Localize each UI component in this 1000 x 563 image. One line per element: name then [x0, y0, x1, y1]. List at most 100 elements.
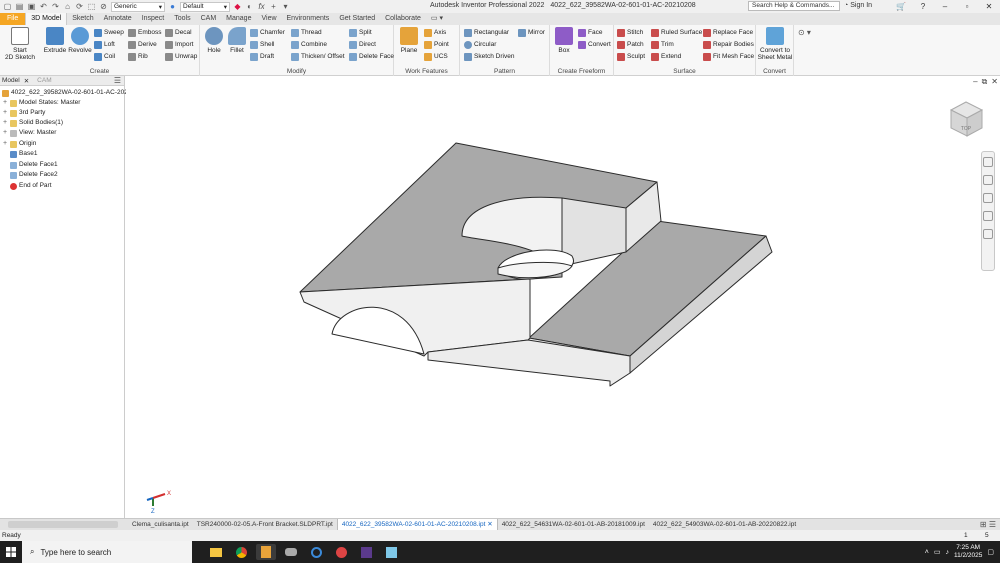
- unwrap-button[interactable]: Unwrap: [165, 51, 197, 62]
- search-input[interactable]: Search Help & Commands...: [748, 1, 840, 11]
- tree-item-delete-face2[interactable]: Delete Face2: [2, 170, 58, 180]
- point-button[interactable]: Point: [424, 39, 449, 50]
- look-at-icon[interactable]: [983, 229, 993, 239]
- patch-button[interactable]: Patch: [617, 39, 644, 50]
- tab-cam[interactable]: CAM: [196, 13, 222, 25]
- chamfer-button[interactable]: Chamfer: [250, 27, 285, 38]
- tab-environments[interactable]: Environments: [282, 13, 335, 25]
- expand-icon[interactable]: +: [2, 108, 8, 118]
- cart-icon[interactable]: 🛒: [890, 0, 912, 13]
- orbit-icon[interactable]: [983, 211, 993, 221]
- stitch-button[interactable]: Stitch: [617, 27, 643, 38]
- box-button[interactable]: Box: [553, 27, 575, 54]
- doc-tab[interactable]: 4022_622_54631WA-02-601-01-AB-20181009.i…: [498, 519, 649, 530]
- tab-3d-model[interactable]: 3D Model: [25, 13, 68, 25]
- coil-button[interactable]: Coil: [94, 51, 115, 62]
- extend-button[interactable]: Extend: [651, 51, 681, 62]
- home-icon[interactable]: ⌂: [63, 2, 72, 11]
- maximize-button[interactable]: ▫: [956, 0, 978, 13]
- new-file-icon[interactable]: ▢: [3, 2, 12, 11]
- doc-tab[interactable]: 4022_622_54903WA-02-601-01-AB-20220822.i…: [649, 519, 800, 530]
- expand-icon[interactable]: +: [2, 118, 8, 128]
- tree-item-model-states[interactable]: + Model States: Master: [2, 98, 80, 108]
- loft-button[interactable]: Loft: [94, 39, 115, 50]
- add-icon[interactable]: +: [269, 2, 278, 11]
- model-canvas[interactable]: [126, 76, 1000, 518]
- tab-inspect[interactable]: Inspect: [137, 13, 170, 25]
- fx-parameters-button[interactable]: fx: [257, 2, 266, 11]
- minimize-button[interactable]: –: [934, 0, 956, 13]
- tree-item-delete-face1[interactable]: Delete Face1: [2, 160, 58, 170]
- browser-tab-model[interactable]: Model: [2, 77, 20, 84]
- tab-collaborate[interactable]: Collaborate: [380, 13, 426, 25]
- tree-item-solid-bodies[interactable]: + Solid Bodies(1): [2, 118, 63, 128]
- open-folder-icon[interactable]: ▤: [15, 2, 24, 11]
- tree-item-3rd-party[interactable]: + 3rd Party: [2, 108, 45, 118]
- inventor-icon[interactable]: [256, 544, 276, 560]
- start-2d-sketch-button[interactable]: Start 2D Sketch: [3, 27, 37, 61]
- draft-button[interactable]: Draft: [250, 51, 274, 62]
- plane-button[interactable]: Plane: [397, 27, 421, 54]
- tab-tools[interactable]: Tools: [169, 13, 195, 25]
- sculpt-button[interactable]: Sculpt: [617, 51, 645, 62]
- graphics-viewport[interactable]: – ⧉ ✕ TOP X Z: [126, 76, 1000, 518]
- close-icon[interactable]: ✕: [487, 521, 492, 528]
- clear-override-icon[interactable]: ⊘: [99, 2, 108, 11]
- tab-sketch[interactable]: Sketch: [67, 13, 98, 25]
- sketch-driven-button[interactable]: Sketch Driven: [464, 51, 514, 62]
- file-explorer-icon[interactable]: [206, 544, 226, 560]
- direct-button[interactable]: Direct: [349, 39, 376, 50]
- taskbar-search-input[interactable]: ⌕ Type here to search: [22, 541, 192, 563]
- extrude-button[interactable]: Extrude: [42, 27, 68, 54]
- tab-view[interactable]: View: [256, 13, 281, 25]
- mirror-button[interactable]: Mirror: [518, 27, 545, 38]
- decal-button[interactable]: Decal: [165, 27, 192, 38]
- zoom-icon[interactable]: [983, 193, 993, 203]
- help-icon[interactable]: ?: [912, 0, 934, 13]
- fit-mesh-face-button[interactable]: Fit Mesh Face: [703, 51, 754, 62]
- split-button[interactable]: Split: [349, 27, 372, 38]
- appearance-dropdown[interactable]: Generic ▾: [111, 1, 165, 12]
- shell-button[interactable]: Shell: [250, 39, 274, 50]
- circular-button[interactable]: Circular: [464, 39, 496, 50]
- redo-icon[interactable]: ↷: [51, 2, 60, 11]
- viewcube[interactable]: TOP: [946, 98, 986, 140]
- chrome-icon[interactable]: [231, 544, 251, 560]
- convert-freeform-button[interactable]: Convert: [578, 39, 611, 50]
- app-icon[interactable]: [356, 544, 376, 560]
- thicken-offset-button[interactable]: Thicken/ Offset: [291, 51, 345, 62]
- expand-icon[interactable]: +: [2, 128, 8, 138]
- tree-item-end-of-part[interactable]: End of Part: [2, 181, 52, 191]
- hole-button[interactable]: Hole: [203, 27, 225, 54]
- doc-tab[interactable]: TSR240000-02-05.A-Front Bracket.SLDPRT.i…: [193, 519, 337, 530]
- fillet-button[interactable]: Fillet: [226, 27, 248, 54]
- rectangular-button[interactable]: Rectangular: [464, 27, 509, 38]
- part-model[interactable]: [299, 142, 773, 387]
- close-button[interactable]: ✕: [978, 0, 1000, 13]
- expand-icon[interactable]: +: [2, 98, 8, 108]
- doc-tab-active[interactable]: 4022_622_39582WA-02-601-01-AC-20210208.i…: [336, 519, 498, 530]
- tree-item-view[interactable]: + View: Master: [2, 128, 56, 138]
- select-icon[interactable]: ⬚: [87, 2, 96, 11]
- import-button[interactable]: Import: [165, 39, 193, 50]
- volume-icon[interactable]: ♪: [945, 549, 949, 556]
- tab-menu-icon[interactable]: ⊞ ☰: [980, 520, 996, 529]
- app-icon[interactable]: [306, 544, 326, 560]
- app-icon[interactable]: [381, 544, 401, 560]
- thread-button[interactable]: Thread: [291, 27, 322, 38]
- tab-annotate[interactable]: Annotate: [99, 13, 137, 25]
- customize-icon[interactable]: ▾: [281, 2, 290, 11]
- windows-start-button[interactable]: [0, 541, 22, 563]
- delete-face-button[interactable]: Delete Face: [349, 51, 394, 62]
- network-icon[interactable]: ▭: [934, 548, 941, 556]
- pan-icon[interactable]: [983, 175, 993, 185]
- steering-wheel-icon[interactable]: [983, 157, 993, 167]
- chevron-up-icon[interactable]: ˄: [925, 549, 929, 556]
- ribbon-options-icon[interactable]: ▭ ▾: [426, 13, 448, 25]
- app-icon[interactable]: [281, 544, 301, 560]
- emboss-button[interactable]: Emboss: [128, 27, 161, 38]
- browser-menu-icon[interactable]: ☰: [114, 76, 121, 85]
- tree-root[interactable]: 4022_622_39582WA-02-601-01-AC-2021020: [2, 88, 142, 98]
- undo-icon[interactable]: ↶: [39, 2, 48, 11]
- tree-item-base1[interactable]: Base1: [2, 149, 37, 159]
